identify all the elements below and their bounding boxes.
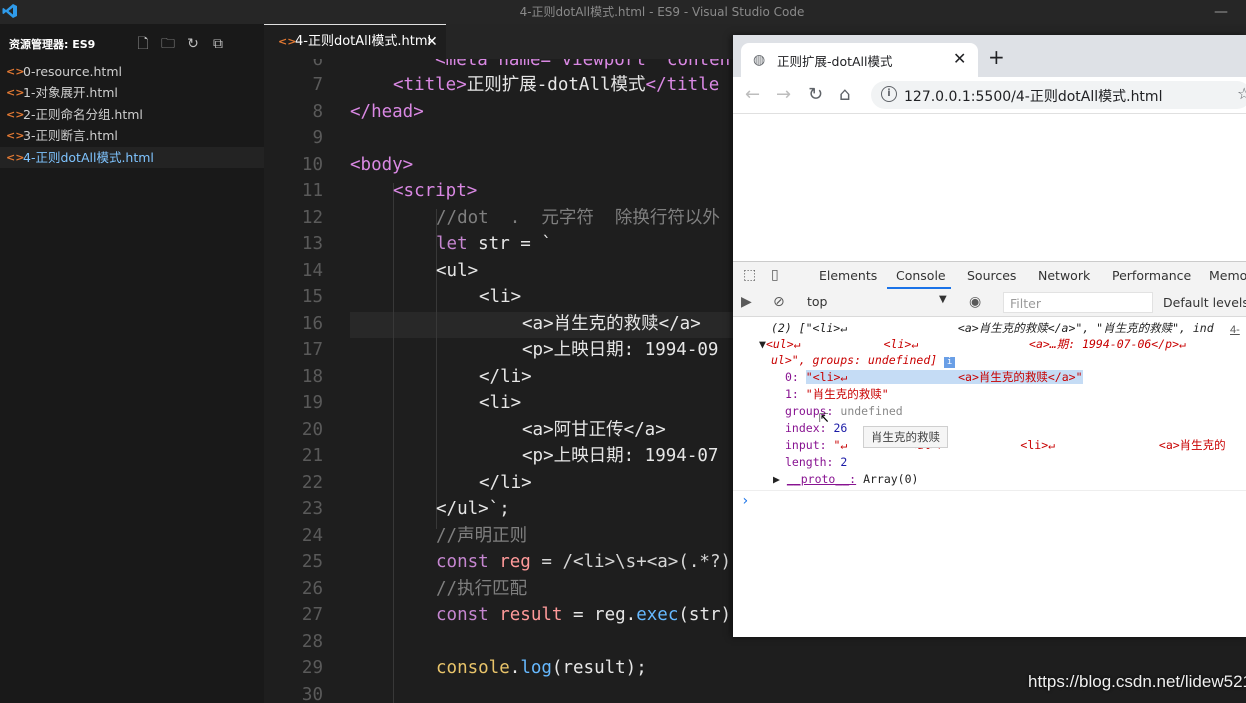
explorer-toolbar: 🗋 🗀 ↻ ⧉: [135, 33, 235, 52]
device-toolbar-icon[interactable]: ▯: [771, 267, 779, 283]
globe-icon: ◍: [753, 52, 766, 68]
console-toolbar: ▶ ⊘ top ▼ ◉ Filter Default levels ▼: [733, 290, 1246, 317]
devtools-tab-bar: ⬚ ▯ Elements Console Sources Network Per…: [733, 261, 1246, 291]
browser-tab-strip: ◍ 正则扩展-dotAll模式 ✕ +: [733, 35, 1246, 77]
source-link[interactable]: 4-: [1230, 324, 1240, 336]
divider: [733, 490, 1246, 491]
tab-memory[interactable]: Memo: [1209, 268, 1246, 283]
context-value: top: [807, 294, 828, 309]
item-1: 1: "肖生克的救赎": [785, 387, 889, 401]
hover-tooltip: 肖生克的救赎: [863, 426, 948, 448]
file-name: 2-正则命名分组.html: [23, 107, 143, 122]
file-item-3-assertions[interactable]: <> 3-正则断言.html: [0, 125, 264, 146]
info-icon[interactable]: i: [881, 86, 897, 102]
item-0: 0: "<li>↵ <a>肖生克的救赎</a>": [785, 370, 1083, 384]
tab-label: 4-正则dotAll模式.html: [295, 34, 432, 49]
html-file-icon: <>: [6, 151, 25, 164]
explorer-sidebar: 资源管理器: ES9 🗋 🗀 ↻ ⧉ <> 0-resource.html <> 1-…: [0, 24, 264, 703]
eye-icon[interactable]: ◉: [969, 294, 981, 310]
array-summary-line-3: ul>", groups: undefined] i: [771, 352, 956, 369]
file-name: 0-resource.html: [23, 64, 122, 79]
array-summary-line-2[interactable]: ▼<ul>↵ <li>↵ <a>…期: 1994-07-06</p>↵: [759, 336, 1186, 353]
info-badge-icon[interactable]: i: [944, 357, 956, 368]
collapse-all-icon[interactable]: ⧉: [210, 36, 226, 52]
file-item-4-dotall-active[interactable]: <> 4-正则dotAll模式.html: [0, 147, 264, 168]
item-index: index: 26: [785, 421, 848, 435]
item-proto[interactable]: ▶ __proto__: Array(0): [773, 471, 918, 488]
new-tab-button[interactable]: +: [988, 45, 1005, 69]
tab-console[interactable]: Console: [896, 268, 946, 283]
browser-tab-title: 正则扩展-dotAll模式: [777, 54, 893, 69]
console-filter-input[interactable]: Filter: [1003, 292, 1153, 313]
file-name: 3-正则断言.html: [23, 128, 118, 143]
new-folder-icon[interactable]: 🗀: [160, 36, 176, 52]
active-tab-indicator: [887, 287, 951, 289]
explorer-header: 资源管理器: ES9: [9, 38, 96, 51]
html-file-icon: <>: [6, 86, 25, 99]
editor-tab-active[interactable]: <> 4-正则dotAll模式.html ✕: [264, 24, 446, 59]
html-file-icon: <>: [278, 35, 297, 48]
expand-caret-icon[interactable]: ▶: [773, 472, 780, 486]
tab-performance[interactable]: Performance: [1112, 268, 1191, 283]
browser-window: ◍ 正则扩展-dotAll模式 ✕ + ← → ↻ ⌂ i 127.0.0.1:…: [733, 35, 1246, 637]
tab-elements[interactable]: Elements: [819, 268, 877, 283]
back-icon[interactable]: ←: [745, 84, 760, 105]
bookmark-star-icon[interactable]: ☆: [1237, 84, 1246, 103]
new-file-icon[interactable]: 🗋: [135, 36, 151, 52]
file-item-0-resource[interactable]: <> 0-resource.html: [0, 61, 264, 82]
html-file-icon: <>: [6, 108, 25, 121]
tab-sources[interactable]: Sources: [967, 268, 1016, 283]
item-groups: groups: undefined: [785, 404, 903, 418]
forward-icon[interactable]: →: [776, 84, 791, 105]
dropdown-arrow-icon: ▼: [939, 294, 947, 305]
close-tab-icon[interactable]: ✕: [953, 49, 966, 68]
browser-tab[interactable]: ◍ 正则扩展-dotAll模式 ✕: [741, 43, 978, 77]
window-title: 4-正则dotAll模式.html - ES9 - Visual Studio …: [519, 5, 805, 19]
watermark: https://blog.csdn.net/lidew521: [1028, 672, 1246, 691]
file-item-1-object-spread[interactable]: <> 1-对象展开.html: [0, 82, 264, 103]
file-name: 4-正则dotAll模式.html: [23, 150, 154, 165]
context-selector[interactable]: top ▼: [807, 294, 957, 312]
url-text: 127.0.0.1:5500/4-正则dotAll模式.html: [904, 89, 1163, 105]
file-name: 1-对象展开.html: [23, 85, 118, 100]
close-tab-icon[interactable]: ✕: [426, 25, 438, 59]
console-prompt[interactable]: ›: [741, 493, 749, 510]
address-bar[interactable]: i 127.0.0.1:5500/4-正则dotAll模式.html ☆: [871, 81, 1246, 109]
reload-icon[interactable]: ↻: [808, 84, 823, 105]
sidebar-toggle-icon[interactable]: ▶: [741, 294, 752, 310]
minimize-button[interactable]: —: [1214, 0, 1228, 24]
expand-caret-icon[interactable]: ▼: [759, 337, 766, 351]
home-icon[interactable]: ⌂: [839, 84, 850, 105]
array-summary-line-1[interactable]: (2) ["<li>↵ <a>肖生克的救赎</a>", "肖生克的救赎", in…: [771, 320, 1214, 337]
clear-console-icon[interactable]: ⊘: [773, 294, 785, 310]
title-bar: 4-正则dotAll模式.html - ES9 - Visual Studio …: [0, 0, 1246, 24]
browser-toolbar: ← → ↻ ⌂ i 127.0.0.1:5500/4-正则dotAll模式.ht…: [733, 77, 1246, 114]
inspect-element-icon[interactable]: ⬚: [743, 267, 756, 283]
file-item-2-named-groups[interactable]: <> 2-正则命名分组.html: [0, 104, 264, 125]
mouse-cursor-icon: ⇱: [819, 407, 829, 426]
item-length: length: 2: [785, 455, 848, 469]
console-output[interactable]: 4- (2) ["<li>↵ <a>肖生克的救赎</a>", "肖生克的救赎",…: [733, 317, 1246, 637]
refresh-icon[interactable]: ↻: [185, 36, 201, 52]
indent-guide: [393, 183, 394, 703]
item-input: input: "↵ <ul>↵ <li>↵ <a>肖生克的: [785, 438, 1226, 452]
tab-network[interactable]: Network: [1038, 268, 1090, 283]
log-levels-dropdown[interactable]: Default levels ▼: [1163, 295, 1246, 310]
html-file-icon: <>: [6, 129, 25, 142]
html-file-icon: <>: [6, 65, 25, 78]
